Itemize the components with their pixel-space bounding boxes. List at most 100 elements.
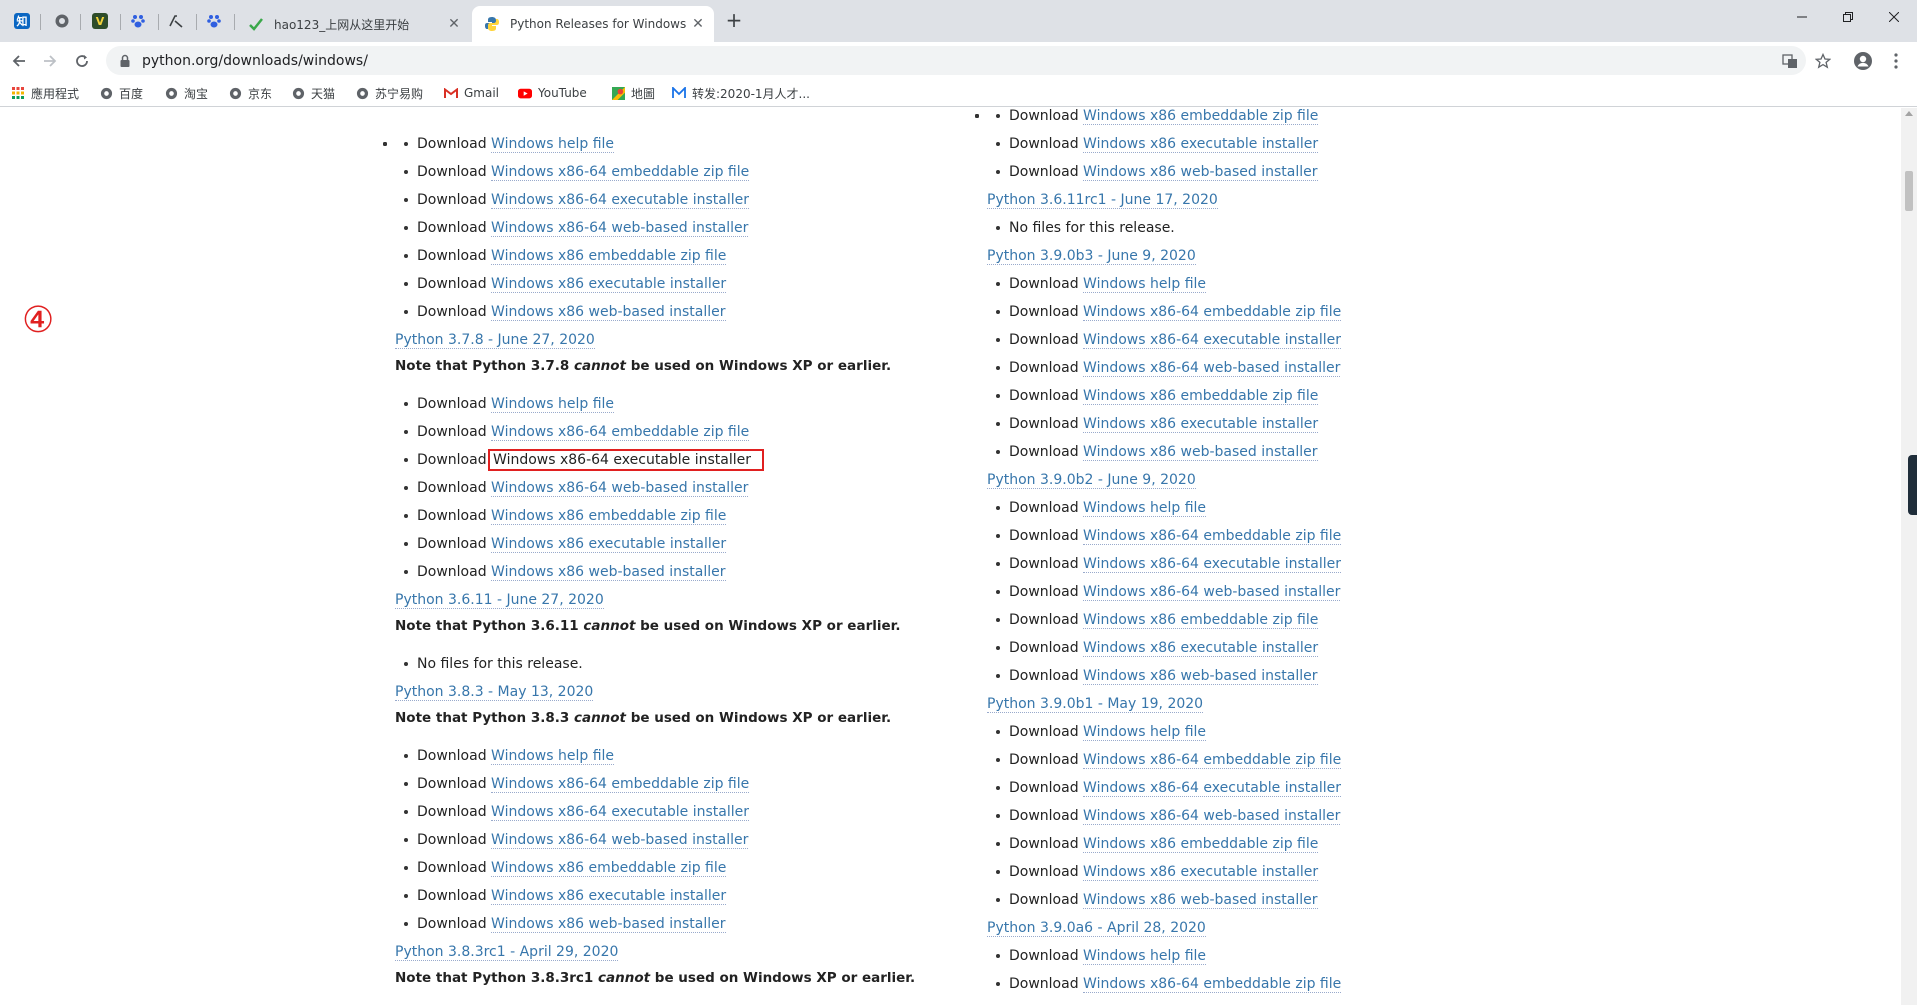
list-item: Download Windows x86 embeddable zip file — [987, 606, 1547, 634]
download-link-help[interactable]: Windows help file — [1083, 276, 1207, 293]
download-link-x64-exe[interactable]: Windows x86-64 executable installer — [1083, 780, 1341, 797]
bookmark-suning[interactable]: 苏宁易购 — [355, 79, 423, 107]
bookmark-forward-mail[interactable]: 转发:2020-1月人才... — [672, 79, 810, 107]
forward-button[interactable] — [36, 47, 64, 75]
download-link-help[interactable]: Windows help file — [491, 136, 615, 153]
bookmark-star-button[interactable] — [1812, 50, 1834, 72]
address-bar[interactable]: python.org/downloads/windows/ — [106, 46, 1806, 75]
side-panel-handle[interactable] — [1908, 455, 1917, 515]
pinned-tab-baidu-2[interactable] — [196, 6, 232, 36]
download-link-x64-exe[interactable]: Windows x86-64 executable installer — [1083, 556, 1341, 573]
download-link-x86-web[interactable]: Windows x86 web-based installer — [1083, 892, 1318, 909]
bookmark-jd[interactable]: 京东 — [228, 79, 272, 107]
tab-hao123[interactable]: hao123_上网从这里开始 ✕ — [236, 6, 470, 42]
release-link[interactable]: Python 3.6.11 - June 27, 2020 — [395, 592, 604, 609]
list-item: Download Windows x86-64 embeddable zip f… — [395, 418, 955, 446]
download-link-x86-exe[interactable]: Windows x86 executable installer — [1083, 136, 1319, 153]
bookmark-apps[interactable]: 應用程式 — [11, 79, 79, 107]
close-icon[interactable]: ✕ — [446, 16, 462, 32]
bookmark-taobao[interactable]: 淘宝 — [164, 79, 208, 107]
download-link-x86-zip[interactable]: Windows x86 embeddable zip file — [1083, 108, 1319, 125]
download-link-x64-exe[interactable]: Windows x86-64 executable installer — [1083, 332, 1341, 349]
download-link-x64-zip[interactable]: Windows x86-64 embeddable zip file — [491, 164, 750, 181]
download-link-x86-exe[interactable]: Windows x86 executable installer — [491, 276, 727, 293]
scrollbar-thumb[interactable] — [1905, 171, 1913, 211]
scroll-up-arrow-icon[interactable] — [1905, 111, 1913, 116]
download-link-x64-zip[interactable]: Windows x86-64 embeddable zip file — [491, 776, 750, 793]
download-link-x64-zip[interactable]: Windows x86-64 embeddable zip file — [491, 424, 750, 441]
download-link-x86-web[interactable]: Windows x86 web-based installer — [1083, 444, 1318, 461]
download-link-x64-web[interactable]: Windows x86-64 web-based installer — [491, 220, 749, 237]
download-link-x64-web[interactable]: Windows x86-64 web-based installer — [491, 832, 749, 849]
download-link-help[interactable]: Windows help file — [491, 396, 615, 413]
download-link-x64-exe-highlighted[interactable]: Windows x86-64 executable installer — [488, 449, 764, 471]
profile-button[interactable] — [1852, 50, 1874, 72]
bookmark-baidu[interactable]: 百度 — [99, 79, 143, 107]
download-link-help[interactable]: Windows help file — [1083, 500, 1207, 517]
release-heading: Python 3.6.11 - June 27, 2020 — [395, 586, 955, 614]
pinned-tab-translate[interactable] — [158, 6, 194, 36]
tab-python-releases[interactable]: Python Releases for Windows ✕ — [472, 6, 714, 42]
menu-button[interactable] — [1885, 50, 1907, 72]
restore-button[interactable] — [1825, 0, 1871, 34]
download-link-x86-web[interactable]: Windows x86 web-based installer — [491, 916, 726, 933]
pinned-tab-zhihu[interactable]: 知 — [4, 6, 40, 36]
download-link-x86-zip[interactable]: Windows x86 embeddable zip file — [1083, 836, 1319, 853]
download-link-help[interactable]: Windows help file — [491, 748, 615, 765]
bookmark-maps[interactable]: 地圖 — [611, 79, 655, 107]
download-link-x86-zip[interactable]: Windows x86 embeddable zip file — [1083, 612, 1319, 629]
release-link[interactable]: Python 3.7.8 - June 27, 2020 — [395, 332, 595, 349]
bookmark-tmall[interactable]: 天猫 — [291, 79, 335, 107]
list-item: Download Windows x86-64 executable insta… — [987, 326, 1547, 354]
release-link[interactable]: Python 3.8.3rc1 - April 29, 2020 — [395, 944, 619, 961]
release-link[interactable]: Python 3.6.11rc1 - June 17, 2020 — [987, 192, 1218, 209]
bookmark-gmail[interactable]: Gmail — [444, 79, 499, 107]
pinned-tab-baidu[interactable] — [120, 6, 156, 36]
download-link-x64-exe[interactable]: Windows x86-64 executable installer — [491, 192, 749, 209]
download-link-x64-web[interactable]: Windows x86-64 web-based installer — [1083, 808, 1341, 825]
download-link-x86-zip[interactable]: Windows x86 embeddable zip file — [491, 508, 727, 525]
download-link-x86-exe[interactable]: Windows x86 executable installer — [1083, 640, 1319, 657]
download-link-x86-zip[interactable]: Windows x86 embeddable zip file — [491, 860, 727, 877]
download-link-x64-zip[interactable]: Windows x86-64 embeddable zip file — [1083, 304, 1342, 321]
reload-button[interactable] — [68, 47, 96, 75]
list-item: Download Windows x86-64 web-based instal… — [987, 578, 1547, 606]
pinned-tab-vuln[interactable]: V — [82, 6, 118, 36]
close-window-button[interactable] — [1871, 0, 1917, 34]
release-link[interactable]: Python 3.9.0b3 - June 9, 2020 — [987, 248, 1196, 265]
download-link-x86-exe[interactable]: Windows x86 executable installer — [1083, 416, 1319, 433]
release-link[interactable]: Python 3.9.0b2 - June 9, 2020 — [987, 472, 1196, 489]
download-link-x64-web[interactable]: Windows x86-64 web-based installer — [1083, 584, 1341, 601]
download-link-x86-zip[interactable]: Windows x86 embeddable zip file — [1083, 388, 1319, 405]
download-link-x86-zip[interactable]: Windows x86 embeddable zip file — [491, 248, 727, 265]
download-link-x86-exe[interactable]: Windows x86 executable installer — [1083, 864, 1319, 881]
download-link-help[interactable]: Windows help file — [1083, 948, 1207, 965]
download-link-x64-zip[interactable]: Windows x86-64 embeddable zip file — [1083, 976, 1342, 993]
download-link-x64-web[interactable]: Windows x86-64 web-based installer — [491, 480, 749, 497]
pinned-tab-globe[interactable] — [44, 6, 80, 36]
release-link[interactable]: Python 3.9.0b1 - May 19, 2020 — [987, 696, 1204, 713]
download-link-x86-web[interactable]: Windows x86 web-based installer — [1083, 668, 1318, 685]
download-link-x86-exe[interactable]: Windows x86 executable installer — [491, 888, 727, 905]
download-link-help[interactable]: Windows help file — [1083, 724, 1207, 741]
release-link[interactable]: Python 3.9.0a6 - April 28, 2020 — [987, 920, 1206, 937]
release-link[interactable]: Python 3.8.3 - May 13, 2020 — [395, 684, 594, 701]
download-link-x64-zip[interactable]: Windows x86-64 embeddable zip file — [1083, 752, 1342, 769]
more-vert-icon — [1894, 53, 1898, 69]
download-link-x64-exe[interactable]: Windows x86-64 executable installer — [491, 804, 749, 821]
download-link-x64-web[interactable]: Windows x86-64 web-based installer — [1083, 360, 1341, 377]
download-link-x86-exe[interactable]: Windows x86 executable installer — [491, 536, 727, 553]
back-button[interactable] — [5, 47, 33, 75]
close-icon[interactable]: ✕ — [690, 16, 706, 32]
bookmark-youtube[interactable]: YouTube — [518, 79, 587, 107]
bookmark-label: 苏宁易购 — [375, 86, 424, 101]
translate-page-button[interactable] — [1779, 50, 1801, 72]
minimize-button[interactable] — [1779, 0, 1825, 34]
new-tab-button[interactable]: + — [722, 9, 746, 33]
bookmarks-bar: 應用程式 百度 淘宝 京东 天猫 苏宁易购 Gmail YouTube 地圖 转… — [0, 79, 1917, 107]
vertical-scrollbar[interactable] — [1901, 108, 1917, 1005]
download-link-x64-zip[interactable]: Windows x86-64 embeddable zip file — [1083, 528, 1342, 545]
download-link-x86-web[interactable]: Windows x86 web-based installer — [491, 304, 726, 321]
download-link-x86-web[interactable]: Windows x86 web-based installer — [1083, 164, 1318, 181]
download-link-x86-web[interactable]: Windows x86 web-based installer — [491, 564, 726, 581]
